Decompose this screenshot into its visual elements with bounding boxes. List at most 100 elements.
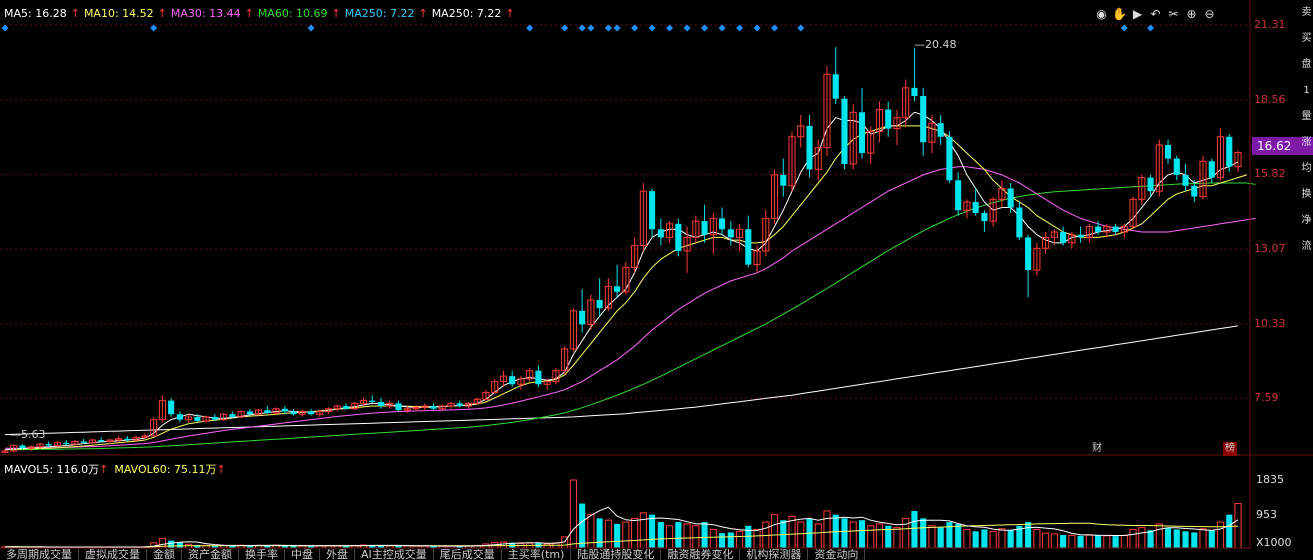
volume-bar [1147, 530, 1154, 548]
volume-bar [745, 525, 752, 548]
undo-icon[interactable]: ↶ [1148, 7, 1163, 22]
volume-axis-label: 953 [1256, 508, 1277, 521]
indicator-tab[interactable]: AI主控成交量 [355, 549, 434, 560]
volume-bar [1216, 521, 1225, 549]
candle [1060, 226, 1067, 246]
side-panel-label: 卖 [1301, 7, 1312, 18]
candle [858, 87, 866, 159]
candle-body [719, 218, 726, 230]
volume-bar [911, 510, 918, 548]
candle-body [920, 95, 927, 143]
event-diamond [736, 24, 744, 32]
candle [579, 289, 586, 333]
indicator-tab[interactable]: 资产金额 [182, 549, 239, 560]
y-axis-tick-label: 15.82 [1254, 167, 1286, 181]
candle-body [1173, 158, 1180, 175]
volume-bar [1077, 535, 1084, 548]
candle [1112, 223, 1119, 235]
candle-body [509, 376, 516, 385]
volume-bar [998, 528, 1006, 549]
up-arrow-icon: ↑ [157, 7, 167, 20]
candle-body [955, 180, 962, 211]
volume-bar [1138, 527, 1146, 549]
candle [491, 378, 499, 394]
indicator-tab[interactable]: 外盘 [320, 549, 355, 560]
indicator-tab[interactable]: 陆股通持股变化 [571, 549, 662, 560]
volume-bar [649, 514, 656, 548]
side-panel-label: 涨 [1301, 137, 1312, 148]
volume-bar [989, 530, 997, 549]
volume-bar [1025, 522, 1032, 548]
candle [911, 47, 918, 102]
candle [1077, 226, 1084, 243]
indicator-tab[interactable]: 虚拟成交量 [79, 549, 147, 560]
ma-legend-item: MA10: 14.52 [83, 7, 154, 20]
candle [202, 415, 210, 423]
indicator-tab[interactable]: 资金动向 [808, 549, 866, 560]
candle-body [377, 401, 385, 407]
candle [920, 87, 927, 156]
indicator-tab[interactable]: 金额 [147, 549, 182, 560]
candle-body [1226, 136, 1233, 167]
candle [735, 223, 744, 252]
candle-body [832, 74, 839, 99]
y-axis-tick-label: 7.59 [1254, 391, 1279, 405]
candle [176, 411, 183, 423]
finance-badge[interactable]: 财 [1090, 442, 1104, 456]
volume-bar [937, 527, 944, 548]
volume-legend-item: MAVOL60: 75.11万 [114, 463, 217, 476]
eye-icon[interactable]: ◉ [1094, 7, 1109, 22]
candle [1025, 234, 1032, 298]
indicator-tab[interactable]: 主买率(tm) [502, 549, 572, 560]
volume-bar [753, 528, 761, 549]
up-arrow-icon: ↑ [418, 7, 428, 20]
candle-body [596, 299, 603, 309]
up-arrow-icon: ↑ [331, 7, 341, 20]
candle [45, 441, 52, 447]
play-icon[interactable]: ▶ [1130, 7, 1145, 22]
indicator-tab[interactable]: 尾后成交量 [434, 549, 502, 560]
volume-bar [1042, 532, 1050, 549]
candle-body [211, 416, 218, 420]
candle [875, 101, 884, 143]
indicator-tab[interactable]: 换手率 [239, 549, 285, 560]
moving-average-lines [4, 111, 1256, 451]
scissors-icon[interactable]: ✂ [1166, 7, 1181, 22]
candle-body [806, 125, 813, 170]
side-panel-label: 换 [1301, 189, 1312, 200]
candle [158, 395, 166, 423]
candle-body [98, 440, 105, 442]
candle [1042, 231, 1050, 254]
candle [614, 264, 621, 298]
candle [369, 395, 376, 404]
candle-body [1077, 234, 1084, 238]
indicator-tab[interactable]: 多周期成交量 [0, 549, 79, 560]
indicator-tab[interactable]: 融资融券变化 [661, 549, 741, 560]
volume-bar [176, 542, 183, 548]
ranking-badge[interactable]: 榜 [1223, 442, 1237, 456]
candle [692, 215, 700, 243]
candle [587, 294, 595, 330]
volume-bar [543, 543, 551, 549]
event-diamond [150, 24, 158, 32]
volume-bar [841, 518, 848, 548]
zoom-out-icon[interactable]: ⊖ [1202, 7, 1217, 22]
event-diamond [771, 24, 779, 32]
candlesticks [1, 47, 1242, 454]
up-arrow-icon: ↑ [244, 7, 254, 20]
indicator-tab[interactable]: 机构探测器 [740, 549, 809, 560]
volume-bar [902, 517, 910, 549]
candle [981, 210, 988, 232]
side-panel-label: 买 [1301, 33, 1312, 44]
event-diamond [718, 24, 726, 32]
zoom-in-icon[interactable]: ⊕ [1184, 7, 1199, 22]
candle [1234, 150, 1242, 173]
volume-bar [1060, 535, 1067, 548]
candle [272, 407, 280, 415]
indicator-tab[interactable]: 中盘 [285, 549, 320, 560]
chart-toolbar: ◉ ✋ ▶ ↶ ✂ ⊕ ⊖ [1094, 7, 1217, 22]
candle-body [727, 229, 734, 238]
candle-body [675, 223, 682, 252]
volume-axis-label: X1000 [1256, 536, 1292, 549]
hand-icon[interactable]: ✋ [1112, 7, 1127, 22]
